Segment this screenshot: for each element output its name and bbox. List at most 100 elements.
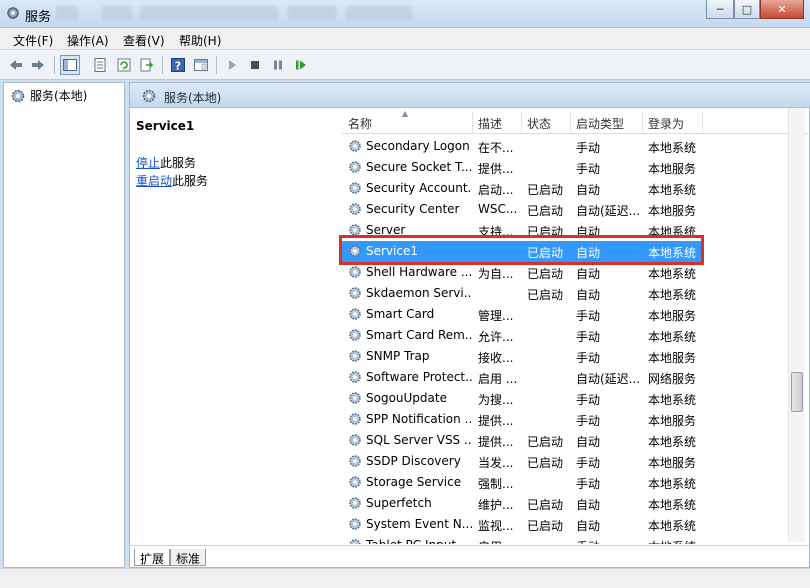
table-row[interactable]: SQL Server VSS ... 提供... 已启动 自动 本地系统 bbox=[342, 430, 702, 451]
service-gear-icon bbox=[349, 203, 361, 215]
svg-text:?: ? bbox=[175, 60, 181, 73]
service-gear-icon bbox=[349, 392, 361, 404]
row-name: System Event N... bbox=[366, 517, 472, 531]
table-row[interactable]: SNMP Trap 接收... 手动 本地服务 bbox=[342, 346, 702, 367]
row-startup-type: 自动 bbox=[576, 519, 601, 533]
services-panel: 服务(本地) Service1 停止此服务 重启动此服务 ▲ 名称 描述 状态 … bbox=[129, 82, 810, 568]
row-startup-type: 手动 bbox=[576, 414, 601, 428]
pause-service-icon[interactable] bbox=[268, 55, 288, 75]
table-row[interactable]: Storage Service 强制... 手动 本地系统 bbox=[342, 472, 702, 493]
vertical-scrollbar[interactable] bbox=[788, 108, 805, 542]
column-divider[interactable] bbox=[521, 112, 522, 132]
table-row[interactable]: Skdaemon Servi... 已启动 自动 本地系统 bbox=[342, 283, 702, 304]
row-log-on-as: 本地服务 bbox=[648, 204, 697, 218]
menu-help[interactable]: 帮助(H) bbox=[179, 32, 221, 49]
back-icon[interactable] bbox=[6, 55, 26, 75]
column-header-description[interactable]: 描述 bbox=[478, 115, 502, 132]
tab-extended[interactable]: 扩展 bbox=[134, 549, 171, 566]
service-gear-icon bbox=[349, 287, 361, 299]
row-startup-type: 自动(延迟... bbox=[576, 204, 640, 218]
stop-service-icon[interactable] bbox=[245, 55, 265, 75]
start-service-icon[interactable] bbox=[222, 55, 242, 75]
table-row[interactable]: Software Protect... 启用 ... 自动(延迟... 网络服务 bbox=[342, 367, 702, 388]
service-gear-icon bbox=[349, 371, 361, 383]
service-gear-icon bbox=[349, 518, 361, 530]
row-name: Tablet PC Input ... bbox=[366, 538, 472, 544]
tree-item-services-local[interactable]: 服务(本地) bbox=[10, 87, 87, 104]
table-row[interactable]: Smart Card Rem... 允许... 手动 本地系统 bbox=[342, 325, 702, 346]
row-description: 提供... bbox=[478, 435, 514, 449]
service-gear-icon bbox=[349, 140, 361, 152]
table-row[interactable]: System Event N... 监视... 已启动 自动 本地系统 bbox=[342, 514, 702, 535]
export-icon[interactable] bbox=[137, 55, 157, 75]
column-divider[interactable] bbox=[642, 112, 643, 132]
row-name: SNMP Trap bbox=[366, 349, 430, 363]
menu-action[interactable]: 操作(A) bbox=[67, 32, 109, 49]
column-header-name[interactable]: 名称 bbox=[348, 115, 372, 132]
column-header-startup-type[interactable]: 启动类型 bbox=[576, 115, 624, 132]
service-gear-icon bbox=[349, 161, 361, 173]
menu-view[interactable]: 查看(V) bbox=[123, 32, 165, 49]
column-header-status[interactable]: 状态 bbox=[527, 115, 551, 132]
refresh-icon[interactable] bbox=[114, 55, 134, 75]
tab-standard[interactable]: 标准 bbox=[170, 549, 207, 566]
row-name: Shell Hardware ... bbox=[366, 265, 472, 279]
table-row[interactable]: Shell Hardware ... 为自... 已启动 自动 本地系统 bbox=[342, 262, 702, 283]
row-log-on-as: 本地系统 bbox=[648, 393, 697, 407]
table-row[interactable]: SPP Notification ... 提供... 手动 本地服务 bbox=[342, 409, 702, 430]
table-row[interactable]: SogouUpdate 为搜... 手动 本地系统 bbox=[342, 388, 702, 409]
stop-action-suffix: 此服务 bbox=[160, 156, 197, 170]
table-row[interactable]: Server 支持... 已启动 自动 本地系统 bbox=[342, 220, 702, 241]
table-row[interactable]: Smart Card 管理... 手动 本地服务 bbox=[342, 304, 702, 325]
toolbar-separator bbox=[162, 56, 163, 74]
row-description: 接收... bbox=[478, 351, 514, 365]
stop-service-link[interactable]: 停止 bbox=[136, 156, 160, 170]
row-startup-type: 自动 bbox=[576, 225, 601, 239]
row-status: 已启动 bbox=[527, 267, 564, 281]
service-gear-icon bbox=[349, 455, 361, 467]
minimize-button[interactable]: ─ bbox=[706, 0, 734, 19]
forward-icon[interactable] bbox=[28, 55, 48, 75]
column-divider[interactable] bbox=[570, 112, 571, 132]
selected-service-title: Service1 bbox=[136, 119, 195, 133]
view-icon[interactable] bbox=[191, 55, 211, 75]
toolbar-separator bbox=[54, 56, 55, 74]
row-startup-type: 手动 bbox=[576, 162, 601, 176]
title-bar[interactable]: 服务 ─ □ ✕ bbox=[0, 0, 810, 28]
table-row[interactable]: Superfetch 维护... 已启动 自动 本地系统 bbox=[342, 493, 702, 514]
show-tree-icon[interactable] bbox=[60, 55, 80, 75]
row-name: Secondary Logon bbox=[366, 139, 470, 153]
row-log-on-as: 本地系统 bbox=[648, 330, 697, 344]
column-divider[interactable] bbox=[472, 112, 473, 132]
row-status: 已启动 bbox=[527, 183, 564, 197]
scrollbar-thumb[interactable] bbox=[791, 372, 803, 412]
column-header-log-on-as[interactable]: 登录为 bbox=[648, 115, 684, 132]
row-status: 已启动 bbox=[527, 519, 564, 533]
properties-icon[interactable] bbox=[90, 55, 110, 75]
row-description: 强制... bbox=[478, 477, 514, 491]
table-row[interactable]: Secondary Logon 在不... 手动 本地系统 bbox=[342, 136, 702, 157]
row-log-on-as: 本地服务 bbox=[648, 414, 697, 428]
help-icon[interactable]: ? bbox=[168, 55, 188, 75]
toolbar-separator bbox=[216, 56, 217, 74]
services-list[interactable]: ▲ 名称 描述 状态 启动类型 登录为 Secondary Logon 在不...… bbox=[342, 109, 809, 544]
restart-service-link[interactable]: 重启动 bbox=[136, 174, 172, 188]
close-button[interactable]: ✕ bbox=[760, 0, 804, 19]
menu-file[interactable]: 文件(F) bbox=[13, 32, 53, 49]
row-startup-type: 自动(延迟... bbox=[576, 372, 640, 386]
table-row[interactable]: Secure Socket T... 提供... 手动 本地服务 bbox=[342, 157, 702, 178]
restart-service-icon[interactable] bbox=[291, 55, 311, 75]
restart-action-suffix: 此服务 bbox=[172, 174, 209, 188]
column-divider[interactable] bbox=[702, 112, 703, 132]
row-log-on-as: 本地系统 bbox=[648, 519, 697, 533]
table-row-selected[interactable]: Service1 已启动 自动 本地系统 bbox=[342, 241, 702, 262]
maximize-button[interactable]: □ bbox=[734, 0, 760, 19]
row-description: 启动... bbox=[478, 183, 514, 197]
table-row[interactable]: Security Center WSC... 已启动 自动(延迟... 本地服务 bbox=[342, 199, 702, 220]
service-gear-icon bbox=[349, 308, 361, 320]
row-startup-type: 手动 bbox=[576, 309, 601, 323]
table-row[interactable]: Tablet PC Input ... 启用... 手动 本地系统 bbox=[342, 535, 702, 544]
service-gear-icon bbox=[349, 266, 361, 278]
table-row[interactable]: SSDP Discovery 当发... 已启动 手动 本地服务 bbox=[342, 451, 702, 472]
table-row[interactable]: Security Account... 启动... 已启动 自动 本地系统 bbox=[342, 178, 702, 199]
